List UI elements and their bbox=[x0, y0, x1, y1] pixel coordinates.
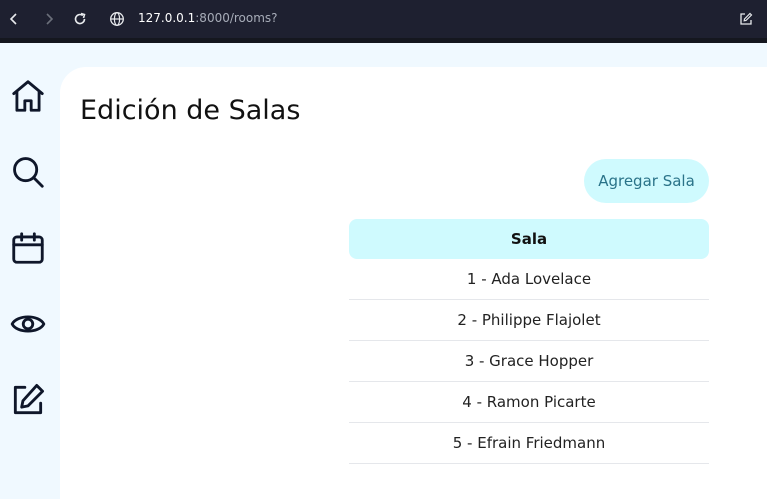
forward-icon[interactable] bbox=[39, 9, 59, 29]
eye-icon[interactable] bbox=[9, 305, 47, 343]
table-row[interactable]: 3 - Grace Hopper bbox=[349, 341, 709, 382]
page-title: Edición de Salas bbox=[80, 95, 301, 126]
app: Edición de Salas Agregar Sala Sala 1 - A… bbox=[0, 43, 767, 499]
edit-icon[interactable] bbox=[9, 381, 47, 419]
edit-icon[interactable] bbox=[736, 9, 756, 29]
address-bar[interactable]: 127.0.0.1:8000/rooms? bbox=[138, 11, 278, 25]
table-row[interactable]: 2 - Philippe Flajolet bbox=[349, 300, 709, 341]
rooms-table: Sala 1 - Ada Lovelace 2 - Philippe Flajo… bbox=[349, 219, 709, 464]
site-info-icon[interactable] bbox=[107, 9, 127, 29]
url-path: :8000/rooms? bbox=[195, 11, 278, 25]
table-header: Sala bbox=[349, 219, 709, 259]
main-content: Edición de Salas Agregar Sala Sala 1 - A… bbox=[60, 67, 767, 499]
calendar-icon[interactable] bbox=[9, 229, 47, 267]
reload-icon[interactable] bbox=[70, 9, 90, 29]
table-row[interactable]: 4 - Ramon Picarte bbox=[349, 382, 709, 423]
browser-toolbar: 127.0.0.1:8000/rooms? bbox=[0, 0, 767, 38]
url-host: 127.0.0.1 bbox=[138, 11, 196, 25]
sidebar bbox=[0, 43, 60, 499]
add-room-button[interactable]: Agregar Sala bbox=[584, 159, 709, 203]
back-icon[interactable] bbox=[4, 9, 24, 29]
home-icon[interactable] bbox=[9, 77, 47, 115]
search-icon[interactable] bbox=[9, 153, 47, 191]
table-row[interactable]: 1 - Ada Lovelace bbox=[349, 259, 709, 300]
table-row[interactable]: 5 - Efrain Friedmann bbox=[349, 423, 709, 464]
